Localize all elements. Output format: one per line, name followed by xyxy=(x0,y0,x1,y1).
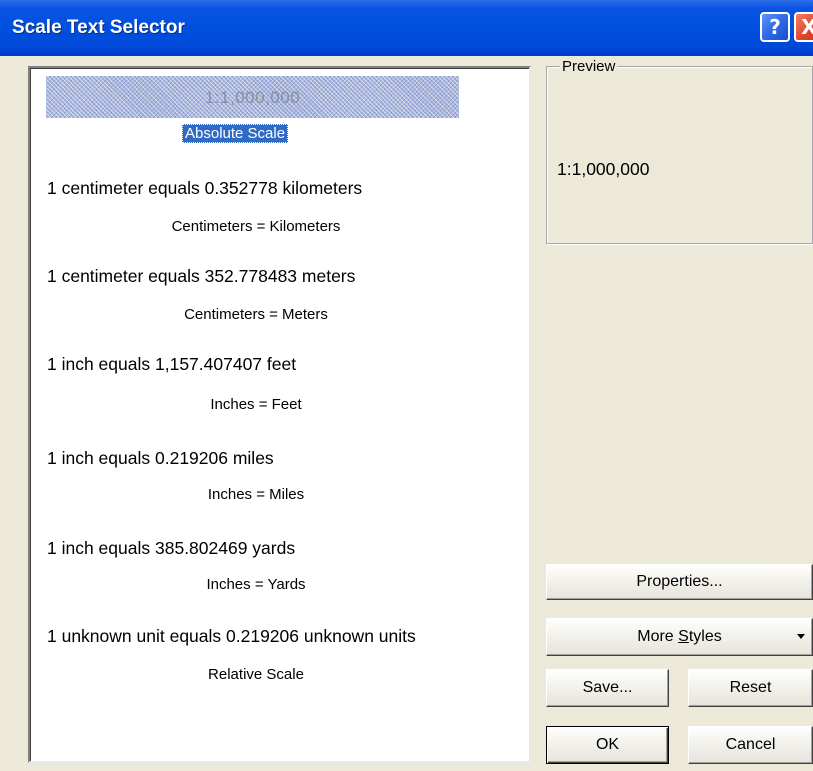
list-item[interactable]: 1 centimeter equals 0.352778 kilometers xyxy=(47,178,362,199)
more-styles-button-label: More Styles xyxy=(637,628,722,645)
dialog-title: Scale Text Selector xyxy=(12,17,185,38)
close-icon: X xyxy=(801,15,813,39)
selected-preview-text: 1:1,000,000 xyxy=(204,88,301,107)
close-button[interactable]: X xyxy=(794,12,813,42)
list-item-selected-preview[interactable]: 1:1,000,000 xyxy=(46,76,459,118)
save-button-label: Save... xyxy=(582,679,633,696)
list-item[interactable]: 1 centimeter equals 352.778483 meters xyxy=(47,266,355,287)
cancel-button-label: Cancel xyxy=(725,736,776,753)
reset-button[interactable]: Reset xyxy=(688,669,813,707)
cancel-button[interactable]: Cancel xyxy=(688,726,813,764)
list-item-caption[interactable]: Centimeters = Meters xyxy=(30,306,482,323)
ok-button[interactable]: OK xyxy=(546,726,669,764)
list-item[interactable]: 1 unknown unit equals 0.219206 unknown u… xyxy=(47,626,416,647)
preview-group xyxy=(546,66,813,244)
more-styles-button[interactable]: More Styles xyxy=(546,618,813,656)
properties-button-label: Properties... xyxy=(636,573,723,590)
scale-text-selector-dialog: Scale Text Selector ? X 1:1,000,000 Abso… xyxy=(0,0,813,771)
ok-button-label: OK xyxy=(595,736,620,753)
help-button[interactable]: ? xyxy=(760,12,790,42)
list-item[interactable]: 1 inch equals 0.219206 miles xyxy=(47,448,274,469)
list-item-absolute-scale[interactable]: Absolute Scale xyxy=(182,124,289,143)
list-item[interactable]: 1 inch equals 385.802469 yards xyxy=(47,538,295,559)
list-item-caption[interactable]: Inches = Miles xyxy=(30,486,482,503)
help-icon: ? xyxy=(769,15,781,39)
list-item-caption[interactable]: Centimeters = Kilometers xyxy=(30,218,482,235)
title-bar[interactable]: Scale Text Selector ? X xyxy=(0,0,813,56)
reset-button-label: Reset xyxy=(729,679,772,696)
preview-label: Preview xyxy=(560,58,618,75)
preview-value: 1:1,000,000 xyxy=(557,159,650,179)
list-item-caption[interactable]: Inches = Feet xyxy=(30,396,482,413)
list-item-caption[interactable]: Relative Scale xyxy=(30,666,482,683)
dropdown-arrow-icon xyxy=(797,634,805,639)
save-button[interactable]: Save... xyxy=(546,669,669,707)
list-item-caption[interactable]: Inches = Yards xyxy=(30,576,482,593)
list-item[interactable]: 1 inch equals 1,157.407407 feet xyxy=(47,354,296,375)
properties-button[interactable]: Properties... xyxy=(546,564,813,600)
scale-text-list[interactable]: 1:1,000,000 Absolute Scale 1 centimeter … xyxy=(28,66,531,763)
